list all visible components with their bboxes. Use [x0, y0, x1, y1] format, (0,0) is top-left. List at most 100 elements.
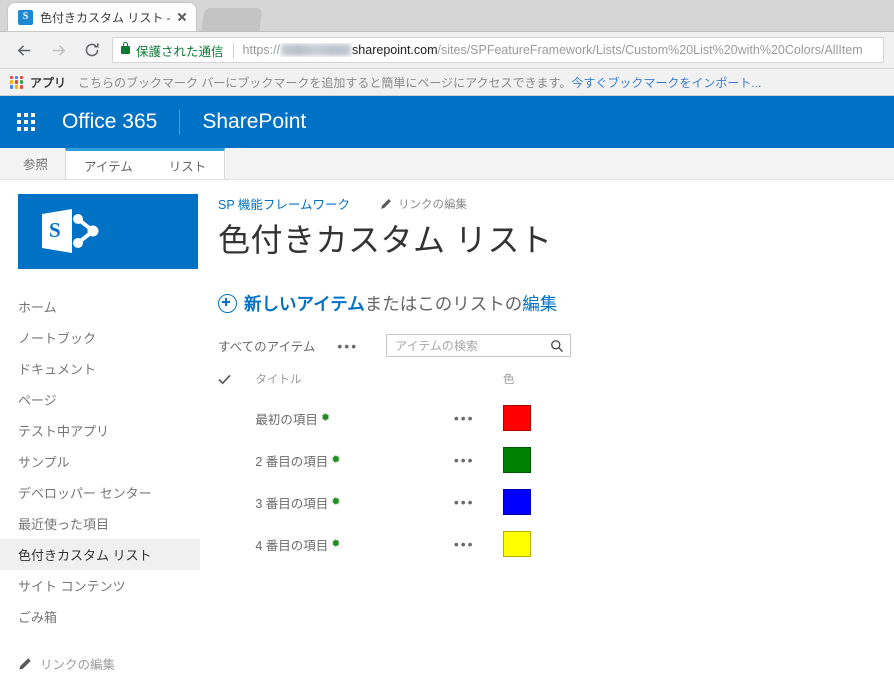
search-input[interactable] [393, 337, 551, 354]
bookmarks-hint-text: こちらのブックマーク バーにブックマークを追加すると簡単にページにアクセスできま… [78, 75, 572, 90]
row-select-cell[interactable] [218, 481, 255, 523]
plus-circle-icon[interactable] [218, 294, 237, 313]
row-menu-cell[interactable]: ••• [454, 523, 503, 565]
row-menu-cell[interactable]: ••• [454, 439, 503, 481]
color-swatch [502, 405, 531, 431]
row-more-options-button[interactable]: ••• [454, 410, 475, 426]
sidebar-item-site-contents[interactable]: サイト コンテンツ [0, 570, 200, 601]
url-path: /sites/SPFeatureFramework/Lists/Custom%2… [437, 43, 863, 57]
edit-links-button[interactable]: リンクの編集 [380, 196, 467, 212]
import-bookmarks-link[interactable]: 今すぐブックマークをインポート... [571, 74, 761, 91]
sidebar-edit-links[interactable]: リンクの編集 [0, 654, 200, 673]
color-swatch [502, 489, 531, 515]
new-item-badge-icon: ✹ [331, 537, 341, 550]
back-icon[interactable] [10, 36, 38, 64]
pencil-icon [18, 657, 32, 671]
new-item-row: 新しいアイテム またはこのリストの 編集 [218, 291, 894, 316]
sidebar-item-recycle-bin[interactable]: ごみ箱 [0, 601, 200, 632]
current-view-name[interactable]: すべてのアイテム [218, 336, 315, 355]
sidebar-edit-links-label: リンクの編集 [40, 658, 116, 672]
tab-browse[interactable]: 参照 [10, 148, 61, 179]
apps-grid-icon[interactable] [10, 75, 23, 89]
list-view-body: 最初の項目 ✹ ••• 2 番目の項目 ✹ ••• 3 番目の項目 ✹ ••• … [218, 397, 573, 565]
sidebar-item-home[interactable]: ホーム [0, 291, 200, 322]
search-icon[interactable] [550, 339, 564, 353]
row-title-cell[interactable]: 4 番目の項目 ✹ [255, 523, 454, 565]
search-box[interactable] [386, 334, 572, 357]
row-title-cell[interactable]: 2 番目の項目 ✹ [255, 439, 454, 481]
browser-window: S 色付きカスタム リスト - 保護された通信 https:// sharepo… [0, 0, 894, 672]
new-tab-button[interactable] [201, 8, 263, 31]
row-select-cell[interactable] [218, 523, 255, 565]
url-redacted-subdomain [281, 44, 352, 56]
row-color-cell [502, 523, 573, 565]
table-row[interactable]: 最初の項目 ✹ ••• [218, 397, 573, 439]
list-view-table: タイトル 色 最初の項目 ✹ ••• 2 番目の項目 ✹ ••• 3 番目の項目… [218, 371, 573, 565]
sidebar-item-notebook[interactable]: ノートブック [0, 322, 200, 353]
column-header-select[interactable] [218, 371, 255, 397]
row-select-cell[interactable] [218, 397, 255, 439]
url-text: https:// sharepoint.com/sites/SPFeatureFr… [243, 43, 863, 57]
edit-links-label: リンクの編集 [398, 198, 468, 211]
row-title-cell[interactable]: 最初の項目 ✹ [255, 397, 454, 439]
app-launcher-icon[interactable] [0, 96, 52, 148]
tab-items[interactable]: アイテム [66, 151, 151, 179]
browser-tab-title: 色付きカスタム リスト - [40, 10, 170, 25]
sharepoint-brand[interactable]: SharePoint [180, 110, 306, 134]
row-menu-cell[interactable]: ••• [454, 397, 503, 439]
bookmarks-bar: アプリ こちらのブックマーク バーにブックマークを追加すると簡単にページにアクセ… [0, 69, 894, 96]
sidebar-item-colored-custom-list[interactable]: 色付きカスタム リスト [0, 539, 200, 570]
breadcrumb-site-link[interactable]: SP 機能フレームワーク [218, 194, 350, 213]
tab-list[interactable]: リスト [151, 151, 225, 179]
row-more-options-button[interactable]: ••• [454, 452, 475, 468]
sidebar-item-documents[interactable]: ドキュメント [0, 353, 200, 384]
sidebar-item-test-app[interactable]: テスト中アプリ [0, 415, 200, 446]
pencil-icon [380, 198, 392, 210]
ribbon-contextual-group: アイテム リスト [65, 148, 226, 179]
favicon-letter: S [22, 11, 29, 22]
column-header-color[interactable]: 色 [503, 371, 573, 397]
secure-label: 保護された通信 [136, 44, 224, 59]
forward-icon [44, 36, 72, 64]
lock-icon [121, 42, 130, 54]
close-icon[interactable] [174, 9, 190, 25]
url-scheme: https:// [242, 43, 281, 57]
row-title-cell[interactable]: 3 番目の項目 ✹ [255, 481, 454, 523]
bookmark-apps-label[interactable]: アプリ [30, 74, 66, 91]
row-more-options-button[interactable]: ••• [454, 494, 475, 510]
browser-tab[interactable]: S 色付きカスタム リスト - [8, 3, 196, 31]
edit-this-list-link[interactable]: 編集 [522, 291, 557, 316]
new-item-middle-text: またはこのリストの [364, 294, 523, 314]
browser-tab-strip: S 色付きカスタム リスト - [0, 0, 894, 32]
row-more-options-button[interactable]: ••• [454, 536, 475, 552]
page-body: S ホーム ノートブック ドキュメント ページ テスト中アプリ サンプル デベロ… [0, 180, 894, 672]
sharepoint-logo-icon: S [42, 209, 99, 253]
checkmark-icon [218, 374, 231, 385]
new-item-badge-icon: ✹ [331, 495, 341, 508]
main-content: SP 機能フレームワーク リンクの編集 色付きカスタム リスト 新しいアイテム … [200, 180, 894, 557]
reload-icon[interactable] [78, 36, 106, 64]
page-title: 色付きカスタム リスト [218, 222, 553, 258]
table-row[interactable]: 3 番目の項目 ✹ ••• [218, 481, 573, 523]
browser-toolbar: 保護された通信 https:// sharepoint.com/sites/SPF… [0, 32, 894, 69]
row-select-cell[interactable] [218, 439, 255, 481]
sidebar-item-sample[interactable]: サンプル [0, 446, 200, 477]
view-more-options-button[interactable]: ••• [337, 339, 358, 353]
table-row[interactable]: 4 番目の項目 ✹ ••• [218, 523, 573, 565]
table-row[interactable]: 2 番目の項目 ✹ ••• [218, 439, 573, 481]
row-color-cell [502, 481, 573, 523]
sidebar-item-developer-center[interactable]: デベロッパー センター [0, 477, 200, 508]
sharepoint-site-logo: S [18, 194, 198, 269]
sidebar-item-recent[interactable]: 最近使った項目 [0, 508, 200, 539]
sidebar-item-pages[interactable]: ページ [0, 384, 200, 415]
row-title-text: 4 番目の項目 [255, 538, 329, 553]
new-item-link[interactable]: 新しいアイテム [244, 291, 365, 316]
column-header-title[interactable]: タイトル [255, 371, 454, 397]
url-host: sharepoint.com [352, 43, 438, 57]
address-bar[interactable]: 保護された通信 https:// sharepoint.com/sites/SPF… [112, 37, 884, 63]
row-title-text: 3 番目の項目 [255, 496, 329, 511]
office365-brand[interactable]: Office 365 [52, 110, 179, 134]
column-header-menu [454, 371, 503, 397]
row-menu-cell[interactable]: ••• [454, 481, 503, 523]
list-toolbar: すべてのアイテム ••• [218, 334, 894, 357]
